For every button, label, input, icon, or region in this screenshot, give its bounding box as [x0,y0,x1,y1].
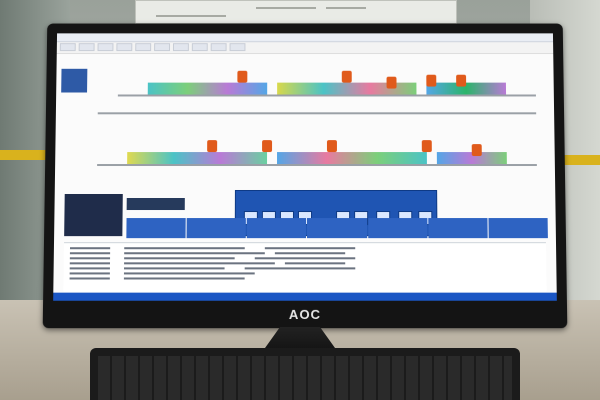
keyboard [90,348,520,400]
event-log-table [63,242,547,292]
robot-station-icon[interactable] [456,74,467,87]
production-line-diagram [87,55,547,186]
grid-button[interactable] [428,218,488,239]
robot-station-icon[interactable] [341,70,352,83]
app-toolbar [56,42,554,55]
robot-station-icon[interactable] [237,70,248,83]
monitor-screen [53,33,557,301]
toolbar-button[interactable] [172,43,189,52]
control-panels [64,189,548,239]
app-status-bar [53,292,557,301]
conveyor-rail [97,112,537,115]
grid-button[interactable] [307,218,367,239]
monitor-brand-logo: AOC [288,306,322,323]
notice-board [135,0,457,24]
toolbar-button[interactable] [191,43,208,52]
robot-station-icon[interactable] [386,76,397,89]
keyboard-keys [98,356,512,400]
toolbar-button[interactable] [154,43,171,52]
robot-station-icon[interactable] [207,140,218,153]
toolbar-button[interactable] [210,43,227,52]
toolbar-button[interactable] [229,43,246,52]
computer-monitor: AOC [42,23,568,329]
toolbar-button[interactable] [116,43,133,52]
robot-station-icon[interactable] [421,140,432,153]
toolbar-button[interactable] [135,43,152,52]
robot-station-icon[interactable] [426,74,437,87]
toolbar-button[interactable] [97,43,114,52]
button-grid [126,218,548,239]
conveyor-rail [117,94,536,97]
side-status-panel[interactable] [61,68,88,93]
robot-station-icon[interactable] [471,144,482,157]
station-segment[interactable] [147,82,268,95]
grid-button[interactable] [247,218,307,239]
robot-station-icon[interactable] [262,140,273,153]
toolbar-button[interactable] [78,43,95,52]
toolbar-button[interactable] [59,43,76,52]
robot-station-icon[interactable] [326,140,337,153]
mode-indicator [126,197,185,211]
station-segment[interactable] [277,152,427,165]
app-titlebar [56,33,554,43]
production-info-box [64,193,123,237]
grid-button[interactable] [126,218,186,239]
grid-button[interactable] [367,218,428,239]
station-segment[interactable] [127,152,268,165]
grid-button[interactable] [186,218,247,239]
grid-button[interactable] [488,218,548,239]
conveyor-rail [97,164,537,167]
station-segment[interactable] [426,82,507,95]
